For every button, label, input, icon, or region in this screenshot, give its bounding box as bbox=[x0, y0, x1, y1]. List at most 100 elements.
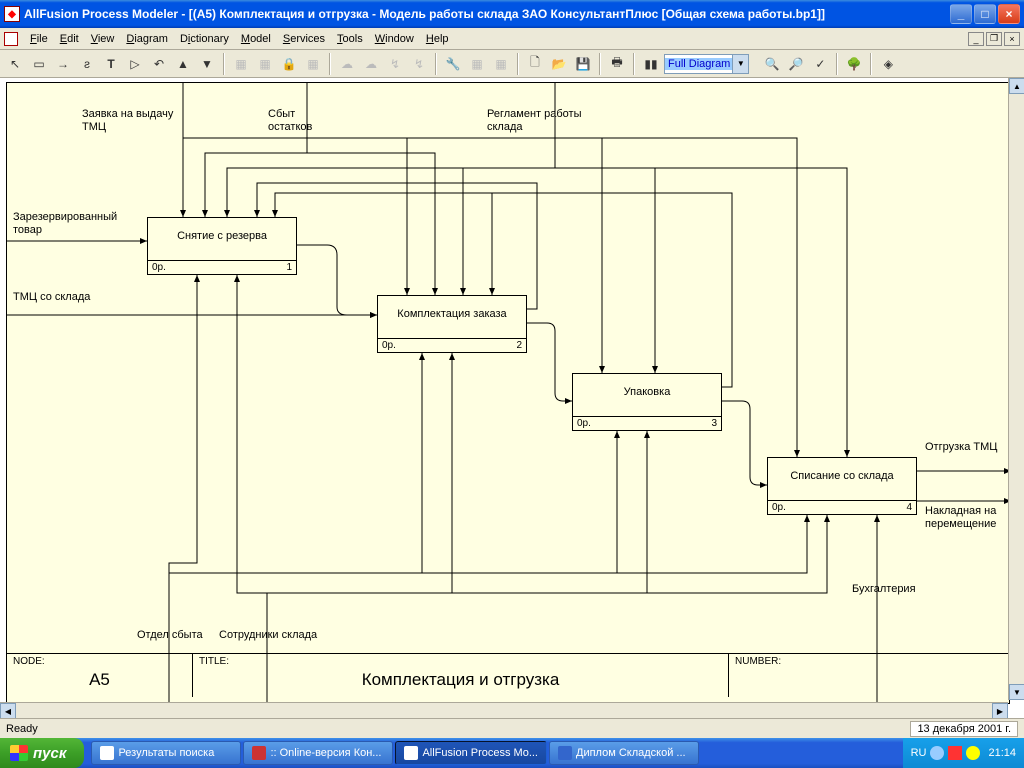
footer-node-label: NODE: bbox=[13, 656, 186, 667]
tb-btn-d[interactable]: ☁ bbox=[336, 53, 358, 75]
statusbar: Ready 13 декабря 2001 г. bbox=[0, 718, 1024, 738]
scroll-down-button[interactable]: ▼ bbox=[1009, 684, 1024, 700]
menu-window[interactable]: Window bbox=[369, 31, 420, 47]
menu-diagram[interactable]: Diagram bbox=[120, 31, 174, 47]
status-date: 13 декабря 2001 г. bbox=[910, 721, 1018, 737]
window-title: AllFusion Process Modeler - [(А5) Компле… bbox=[24, 7, 950, 21]
process-box-1[interactable]: Снятие с резерва 0р.1 bbox=[147, 217, 297, 275]
label-tmc-warehouse: ТМЦ со склада bbox=[13, 291, 93, 304]
maximize-button[interactable]: □ bbox=[974, 4, 996, 24]
process-box-3[interactable]: Упаковка 0р.3 bbox=[572, 373, 722, 431]
parent-tool[interactable]: ▲ bbox=[172, 53, 194, 75]
label-transfer-note: Накладная на перемещение bbox=[925, 505, 1015, 530]
text-tool[interactable]: T bbox=[100, 53, 122, 75]
scroll-right-button[interactable]: ▶ bbox=[992, 703, 1008, 719]
label-sales-dept: Отдел сбыта bbox=[137, 629, 203, 642]
tb-btn-f[interactable]: ↯ bbox=[384, 53, 406, 75]
app-icon: ◆ bbox=[4, 6, 20, 22]
tb-btn-h[interactable]: 🔧 bbox=[442, 53, 464, 75]
tray-icon-2[interactable] bbox=[948, 746, 962, 760]
label-shipped-tmc: Отгрузка ТМЦ bbox=[925, 441, 1005, 454]
zoom-out-button[interactable]: 🔎 bbox=[785, 53, 807, 75]
box2-title: Комплектация заказа bbox=[378, 296, 526, 320]
footer-node-value: А5 bbox=[13, 670, 186, 690]
minimize-button[interactable]: _ bbox=[950, 4, 972, 24]
goto-tool[interactable]: ▷ bbox=[124, 53, 146, 75]
process-box-4[interactable]: Списание со склада 0р.4 bbox=[767, 457, 917, 515]
box4-title: Списание со склада bbox=[768, 458, 916, 482]
menubar: File Edit View Diagram Dictionary Model … bbox=[0, 28, 1024, 50]
tb-btn-e[interactable]: ☁ bbox=[360, 53, 382, 75]
label-request-tmc: Заявка на выдачу ТМЦ bbox=[82, 108, 192, 133]
label-sales-residuals: Сбыт остатков bbox=[268, 108, 338, 133]
doc-icon bbox=[4, 32, 18, 46]
status-text: Ready bbox=[6, 723, 38, 735]
tray-icon-1[interactable] bbox=[930, 746, 944, 760]
close-button[interactable]: × bbox=[998, 4, 1020, 24]
horizontal-scrollbar[interactable]: ◀ ▶ bbox=[0, 702, 1008, 718]
tray-icon-3[interactable] bbox=[966, 746, 980, 760]
box1-title: Снятие с резерва bbox=[148, 218, 296, 242]
clock[interactable]: 21:14 bbox=[988, 747, 1016, 759]
task-icon bbox=[404, 746, 418, 760]
tree-button[interactable]: 🌳 bbox=[843, 53, 865, 75]
child-tool[interactable]: ▼ bbox=[196, 53, 218, 75]
save-button[interactable]: 💾 bbox=[572, 53, 594, 75]
flag-button[interactable]: ▮▮ bbox=[640, 53, 662, 75]
tb-btn-a[interactable]: ▦ bbox=[230, 53, 252, 75]
process-box-2[interactable]: Комплектация заказа 0р.2 bbox=[377, 295, 527, 353]
task-icon bbox=[558, 746, 572, 760]
mdi-minimize-button[interactable]: _ bbox=[968, 32, 984, 46]
spellcheck-button[interactable]: ✓ bbox=[809, 53, 831, 75]
task-item-3[interactable]: AllFusion Process Mo... bbox=[395, 741, 547, 765]
task-icon bbox=[252, 746, 266, 760]
menu-file[interactable]: File bbox=[24, 31, 54, 47]
undo-tool[interactable]: ↶ bbox=[148, 53, 170, 75]
tb-btn-b[interactable]: ▦ bbox=[254, 53, 276, 75]
task-icon bbox=[100, 746, 114, 760]
footer-number-label: NUMBER: bbox=[735, 656, 1003, 667]
footer-title-label: TITLE: bbox=[199, 656, 722, 667]
model-button[interactable]: ◈ bbox=[877, 53, 899, 75]
lang-indicator[interactable]: RU bbox=[911, 747, 927, 759]
canvas[interactable]: Заявка на выдачу ТМЦ Сбыт остатков Регла… bbox=[0, 78, 1024, 718]
start-button[interactable]: пуск bbox=[0, 738, 84, 768]
label-reserved-goods: Зарезервированный товар bbox=[13, 211, 143, 236]
task-item-4[interactable]: Диплом Складской ... bbox=[549, 741, 699, 765]
menu-tools[interactable]: Tools bbox=[331, 31, 369, 47]
toolbar: ↖ ▭ → ƨ T ▷ ↶ ▲ ▼ ▦ ▦ 🔒 ▦ ☁ ☁ ↯ ↯ 🔧 ▦ ▦ … bbox=[0, 50, 1024, 78]
zoom-in-button[interactable]: 🔍 bbox=[761, 53, 783, 75]
task-item-1[interactable]: Результаты поиска bbox=[91, 741, 241, 765]
open-button[interactable]: 📂 bbox=[548, 53, 570, 75]
tb-btn-j[interactable]: ▦ bbox=[490, 53, 512, 75]
system-tray: RU 21:14 bbox=[903, 738, 1024, 768]
label-accounting: Бухгалтерия bbox=[852, 583, 916, 596]
box-tool[interactable]: ▭ bbox=[28, 53, 50, 75]
menu-edit[interactable]: Edit bbox=[54, 31, 85, 47]
print-button[interactable]: 🖶 bbox=[606, 53, 628, 75]
menu-services[interactable]: Services bbox=[277, 31, 331, 47]
menu-dictionary[interactable]: Dictionary bbox=[174, 31, 235, 47]
diagram: Заявка на выдачу ТМЦ Сбыт остатков Регла… bbox=[6, 82, 1010, 704]
scroll-left-button[interactable]: ◀ bbox=[0, 703, 16, 719]
tunnel-tool[interactable]: ƨ bbox=[76, 53, 98, 75]
tb-btn-c[interactable]: ▦ bbox=[302, 53, 324, 75]
zoom-select[interactable]: Full Diagram ▼ bbox=[664, 54, 749, 74]
pointer-tool[interactable]: ↖ bbox=[4, 53, 26, 75]
tb-btn-i[interactable]: ▦ bbox=[466, 53, 488, 75]
tb-btn-g[interactable]: ↯ bbox=[408, 53, 430, 75]
box3-title: Упаковка bbox=[573, 374, 721, 398]
tb-btn-lock[interactable]: 🔒 bbox=[278, 53, 300, 75]
mdi-close-button[interactable]: × bbox=[1004, 32, 1020, 46]
taskbar: пуск Результаты поиска :: Online-версия … bbox=[0, 738, 1024, 768]
new-button[interactable]: 🗋 bbox=[524, 53, 546, 75]
label-regulations: Регламент работы склада bbox=[487, 108, 607, 133]
menu-help[interactable]: Help bbox=[420, 31, 455, 47]
menu-view[interactable]: View bbox=[85, 31, 121, 47]
menu-model[interactable]: Model bbox=[235, 31, 277, 47]
task-item-2[interactable]: :: Online-версия Кон... bbox=[243, 741, 393, 765]
arrow-tool[interactable]: → bbox=[52, 53, 74, 75]
vertical-scrollbar[interactable]: ▲ ▼ bbox=[1008, 78, 1024, 700]
scroll-up-button[interactable]: ▲ bbox=[1009, 78, 1024, 94]
mdi-restore-button[interactable]: ❐ bbox=[986, 32, 1002, 46]
